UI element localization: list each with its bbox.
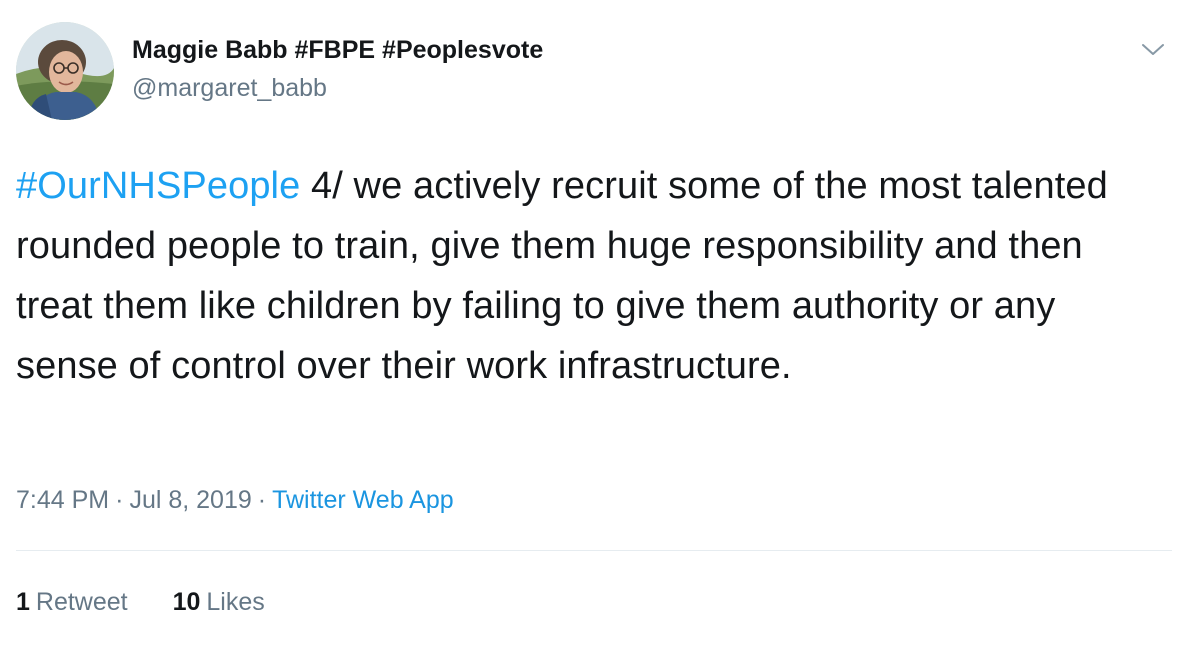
retweets-label: Retweet <box>35 588 128 616</box>
likes-stat[interactable]: 10 Likes <box>173 584 265 620</box>
source-app-link[interactable]: Twitter Web App <box>272 486 454 514</box>
meta-separator: · <box>257 486 267 514</box>
tweet-stats: 1 Retweet 10 Likes <box>16 584 303 620</box>
tweet-header: Maggie Babb #FBPE #Peoplesvote @margaret… <box>16 22 1172 122</box>
likes-label: Likes <box>206 588 265 616</box>
tweet-text: #OurNHSPeople 4/ we actively recruit som… <box>16 156 1166 396</box>
tweet-meta: 7:44 PM · Jul 8, 2019 · Twitter Web App <box>16 482 454 518</box>
meta-separator: · <box>115 486 124 514</box>
hashtag-link[interactable]: #OurNHSPeople <box>16 165 300 207</box>
tweet-time[interactable]: 7:44 PM <box>16 486 109 514</box>
avatar-image <box>16 22 114 120</box>
avatar[interactable] <box>16 22 114 120</box>
retweets-count: 1 <box>16 588 30 616</box>
display-name[interactable]: Maggie Babb #FBPE #Peoplesvote <box>132 32 543 68</box>
tweet-date[interactable]: Jul 8, 2019 <box>129 486 251 514</box>
user-handle[interactable]: @margaret_babb <box>132 70 543 106</box>
tweet-card: Maggie Babb #FBPE #Peoplesvote @margaret… <box>0 0 1188 646</box>
retweets-stat[interactable]: 1 Retweet <box>16 584 128 620</box>
chevron-down-icon[interactable] <box>1140 36 1166 62</box>
likes-count: 10 <box>172 588 201 616</box>
divider <box>16 550 1172 551</box>
user-names: Maggie Babb #FBPE #Peoplesvote @margaret… <box>132 32 543 106</box>
